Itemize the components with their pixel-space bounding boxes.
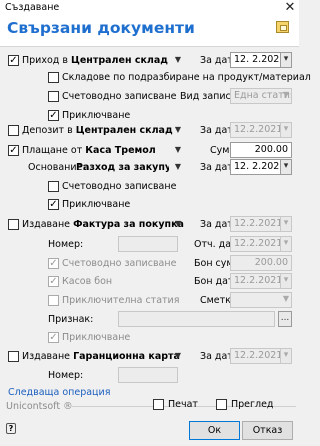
invoice-number-field[interactable] <box>118 236 178 252</box>
payment-accounting-label: Счетоводно записване <box>62 181 177 192</box>
window-title: Създаване <box>5 2 60 13</box>
deposit-target-dropdown[interactable]: ▼ <box>172 123 184 137</box>
deposit-checkbox[interactable] <box>8 125 19 136</box>
invoice-close-label: Приключване <box>62 332 131 343</box>
invoice-close-checkbox[interactable]: ✓ <box>48 332 59 343</box>
receipt-target-dropdown[interactable]: ▼ <box>172 53 184 67</box>
preview-checkbox[interactable] <box>216 399 227 410</box>
page-title: Свързани документи <box>7 19 195 37</box>
payment-close-checkbox[interactable]: ✓ <box>48 199 59 210</box>
report-date-calendar-button[interactable]: ▾ <box>280 236 292 252</box>
deposit-date-calendar-button[interactable]: ▾ <box>280 122 292 138</box>
receipt-checkbox[interactable]: ✓ <box>8 55 19 66</box>
invoice-label: Издаване Фактура за покупка <box>22 219 184 230</box>
record-type-label: Вид запис: <box>180 91 234 102</box>
warranty-date-calendar-button[interactable]: ▾ <box>280 348 292 364</box>
payment-basis-value[interactable]: Разход за закупуване на с <box>76 161 169 174</box>
next-operation-link[interactable]: Следваща операция <box>8 386 110 399</box>
default-warehouses-label: Складове по подразбиране на продукт/мате… <box>62 72 311 83</box>
payment-target-dropdown[interactable]: ▼ <box>172 143 184 157</box>
warranty-label: Издаване Гаранционна карта <box>22 351 180 362</box>
receipt-label: Приход в Централен склад <box>22 55 168 66</box>
payment-amount-field[interactable]: 200.00 <box>230 142 292 158</box>
bon-amount-field[interactable]: 200.00 <box>230 255 292 271</box>
deposit-label: Депозит в Централен склад <box>22 125 173 136</box>
default-warehouses-checkbox[interactable] <box>48 72 59 83</box>
payment-basis-dropdown[interactable]: ▼ <box>172 160 184 174</box>
account-dropdown-arrow[interactable]: ▼ <box>280 292 292 306</box>
payment-close-label: Приключване <box>62 199 131 210</box>
print-label: Печат <box>168 399 198 410</box>
preview-label: Преглед <box>231 399 274 410</box>
warranty-number-field[interactable] <box>118 367 178 383</box>
receipt-accounting-checkbox[interactable] <box>48 91 59 102</box>
help-icon[interactable]: ? <box>6 423 16 434</box>
warranty-target-dropdown[interactable]: ▼ <box>172 349 184 363</box>
cash-bon-label: Касов бон <box>62 276 113 287</box>
invoice-accounting-label: Счетоводно записване <box>62 258 177 269</box>
record-type-dropdown-arrow[interactable]: ▼ <box>280 88 292 102</box>
invoice-checkbox[interactable] <box>8 219 19 230</box>
receipt-date-calendar-button[interactable]: ▾ <box>280 52 292 68</box>
payment-date-calendar-button[interactable]: ▾ <box>280 159 292 175</box>
warranty-checkbox[interactable] <box>8 351 19 362</box>
payment-checkbox[interactable]: ✓ <box>8 145 19 156</box>
cash-bon-checkbox[interactable]: ✓ <box>48 276 59 287</box>
bon-date-calendar-button[interactable]: ▾ <box>280 273 292 289</box>
close-icon[interactable]: ✕ <box>282 0 298 16</box>
closing-article-label: Приключителна статия <box>62 295 180 306</box>
payment-accounting-checkbox[interactable] <box>48 181 59 192</box>
print-checkbox[interactable] <box>153 399 164 410</box>
sign-field[interactable] <box>118 311 275 327</box>
brand-label: Unicontsoft ® <box>6 401 73 412</box>
invoice-target-dropdown[interactable]: ▼ <box>172 217 184 231</box>
sign-browse-button[interactable]: ... <box>278 311 292 327</box>
closing-article-checkbox[interactable] <box>48 295 59 306</box>
receipt-close-checkbox[interactable]: ✓ <box>48 110 59 121</box>
ok-button[interactable]: Ок <box>189 421 240 440</box>
sign-label: Признак: <box>48 314 94 325</box>
cancel-button[interactable]: Отказ <box>242 421 293 440</box>
receipt-accounting-label: Счетоводно записване <box>62 91 177 102</box>
invoice-number-label: Номер: <box>48 239 84 250</box>
receipt-close-label: Приключване <box>62 110 131 121</box>
invoice-date-calendar-button[interactable]: ▾ <box>280 216 292 232</box>
documents-icon <box>276 21 289 33</box>
warranty-number-label: Номер: <box>48 370 84 381</box>
invoice-accounting-checkbox[interactable]: ✓ <box>48 258 59 269</box>
payment-label: Плащане от Каса Тремол <box>22 145 156 156</box>
